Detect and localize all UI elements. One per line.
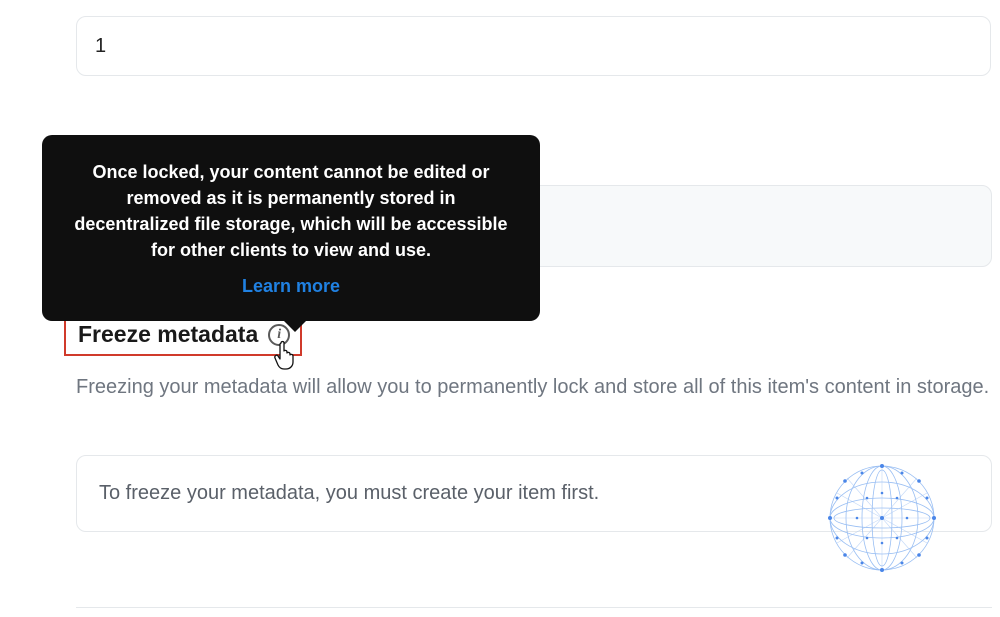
supply-input[interactable]: 1 (76, 16, 991, 76)
freeze-title-text: Freeze metadata (78, 321, 258, 348)
freeze-description: Freezing your metadata will allow you to… (76, 372, 994, 403)
freeze-notice-text: To freeze your metadata, you must create… (99, 482, 599, 504)
tooltip-learn-more-link[interactable]: Learn more (68, 273, 514, 299)
tooltip-body: Once locked, your content cannot be edit… (74, 162, 507, 260)
supply-value: 1 (95, 35, 106, 58)
freeze-tooltip: Once locked, your content cannot be edit… (42, 135, 540, 321)
divider (76, 607, 992, 608)
freeze-notice-box: To freeze your metadata, you must create… (76, 455, 992, 532)
